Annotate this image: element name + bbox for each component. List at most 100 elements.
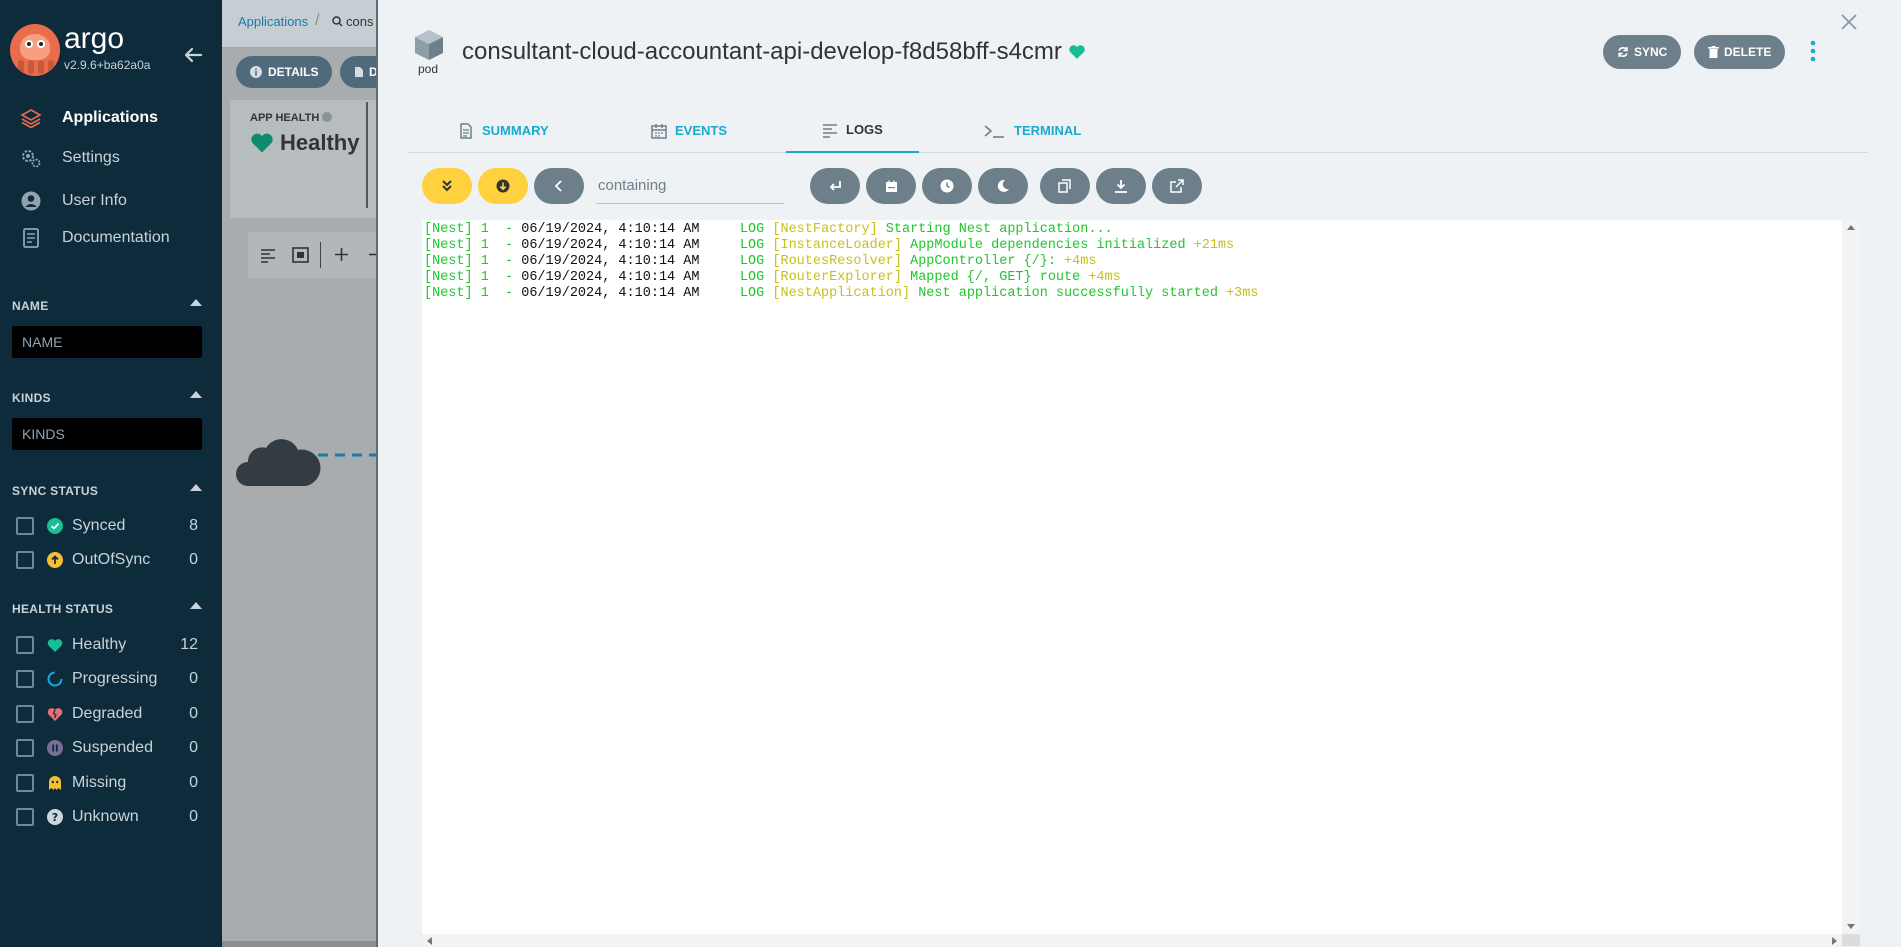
log-line: [Nest] 1 - 06/19/2024, 4:10:14 AM LOG [R… bbox=[424, 270, 1258, 286]
sidebar: argo v2.9.6+ba62a0a Applications Setting… bbox=[0, 0, 222, 947]
more-vertical-icon[interactable] bbox=[1809, 40, 1817, 62]
log-viewer[interactable]: [Nest] 1 - 06/19/2024, 4:10:14 AM LOG [N… bbox=[422, 220, 1842, 934]
copy-logs-button[interactable] bbox=[1040, 168, 1090, 204]
align-left-icon bbox=[823, 123, 837, 138]
nav-label: Documentation bbox=[62, 229, 170, 246]
filter-label: Missing bbox=[72, 774, 127, 791]
filter-label: Progressing bbox=[72, 670, 158, 687]
log-context: [RoutesResolver] bbox=[772, 254, 902, 269]
checkbox[interactable] bbox=[16, 636, 34, 654]
nav-item-documentation[interactable]: Documentation bbox=[0, 221, 222, 255]
wrap-lines-button[interactable] bbox=[810, 168, 860, 204]
filter-degraded[interactable]: Degraded 0 bbox=[16, 702, 206, 726]
log-filter-input[interactable] bbox=[596, 168, 784, 202]
checkbox[interactable] bbox=[16, 705, 34, 723]
heart-icon bbox=[1069, 45, 1085, 59]
details-button[interactable]: DETAILS bbox=[236, 56, 333, 88]
nav-item-settings[interactable]: Settings bbox=[0, 141, 222, 175]
download-icon bbox=[1115, 180, 1127, 193]
caret-up-icon[interactable] bbox=[190, 299, 202, 306]
sync-button[interactable]: SYNC bbox=[1603, 35, 1682, 69]
network-icon[interactable] bbox=[292, 247, 309, 263]
filter-missing[interactable]: Missing 0 bbox=[16, 771, 206, 795]
align-left-icon[interactable] bbox=[260, 247, 276, 263]
log-line: [Nest] 1 - 06/19/2024, 4:10:14 AM LOG [I… bbox=[424, 238, 1258, 254]
nav-item-applications[interactable]: Applications bbox=[0, 101, 222, 135]
kinds-section-title: KINDS bbox=[12, 391, 51, 405]
health-status-title: HEALTH STATUS bbox=[12, 602, 114, 616]
name-section-title: NAME bbox=[12, 299, 49, 313]
log-message: AppModule dependencies initialized bbox=[902, 238, 1186, 253]
previous-button[interactable] bbox=[534, 168, 584, 204]
breadcrumb-current: cons bbox=[346, 14, 374, 29]
filter-synced[interactable]: Synced 8 bbox=[16, 514, 206, 538]
tab-events[interactable]: EVENTS bbox=[651, 108, 727, 153]
nav-item-user-info[interactable]: User Info bbox=[0, 184, 222, 218]
close-icon[interactable] bbox=[1839, 12, 1859, 32]
checkbox[interactable] bbox=[16, 670, 34, 688]
zoom-out-icon[interactable] bbox=[368, 247, 376, 262]
collapse-arrow-icon[interactable] bbox=[182, 44, 204, 66]
filter-unknown[interactable]: ? Unknown 0 bbox=[16, 805, 206, 829]
checkbox[interactable] bbox=[16, 774, 34, 792]
h-scrollbar[interactable] bbox=[222, 941, 376, 947]
tab-terminal[interactable]: TERMINAL bbox=[984, 108, 1081, 153]
checkbox[interactable] bbox=[16, 739, 34, 757]
nav-label: User Info bbox=[62, 192, 127, 209]
app-health-value: Healthy bbox=[250, 130, 359, 156]
caret-up-icon[interactable] bbox=[190, 391, 202, 398]
name-filter-input[interactable] bbox=[12, 326, 202, 358]
checkbox[interactable] bbox=[16, 551, 34, 569]
log-filter[interactable] bbox=[596, 168, 784, 204]
log-duration: +21ms bbox=[1185, 238, 1235, 253]
dark-mode-button[interactable] bbox=[978, 168, 1028, 204]
filter-label: Suspended bbox=[72, 739, 153, 756]
search-icon bbox=[332, 16, 343, 27]
filter-count: 0 bbox=[189, 739, 198, 756]
filter-count: 8 bbox=[189, 517, 198, 534]
since-time-button[interactable] bbox=[922, 168, 972, 204]
download-logs-button[interactable] bbox=[1096, 168, 1146, 204]
zoom-in-icon[interactable] bbox=[334, 247, 349, 262]
breadcrumb-applications[interactable]: Applications bbox=[238, 14, 308, 29]
log-line: [Nest] 1 - 06/19/2024, 4:10:14 AM LOG [N… bbox=[424, 286, 1258, 302]
diff-button[interactable]: D bbox=[340, 56, 376, 88]
kind-label: pod bbox=[418, 62, 439, 76]
calendar-icon bbox=[885, 180, 897, 192]
tab-summary[interactable]: SUMMARY bbox=[458, 108, 549, 153]
filter-healthy[interactable]: Healthy 12 bbox=[16, 633, 206, 657]
log-timestamp: 06/19/2024, 4:10:14 AM bbox=[521, 238, 700, 253]
open-external-button[interactable] bbox=[1152, 168, 1202, 204]
log-level: LOG bbox=[699, 254, 773, 269]
scroll-bottom-button[interactable] bbox=[478, 168, 528, 204]
logo[interactable]: argo v2.9.6+ba62a0a bbox=[10, 20, 210, 80]
nav-label: Applications bbox=[62, 109, 159, 126]
log-level: LOG bbox=[699, 238, 773, 253]
log-context: [InstanceLoader] bbox=[772, 238, 902, 253]
chevron-left-icon bbox=[554, 180, 562, 192]
log-message: Mapped {/, GET} route bbox=[902, 270, 1081, 285]
vertical-scrollbar[interactable] bbox=[1842, 220, 1860, 934]
checkbox[interactable] bbox=[16, 517, 34, 535]
log-level: LOG bbox=[699, 286, 773, 301]
log-message: AppController {/}: bbox=[902, 254, 1056, 269]
follow-button[interactable] bbox=[422, 168, 472, 204]
horizontal-scrollbar[interactable] bbox=[422, 934, 1842, 946]
filter-outofsync[interactable]: OutOfSync 0 bbox=[16, 548, 206, 572]
broken-heart-icon bbox=[46, 705, 64, 723]
show-timestamps-button[interactable] bbox=[866, 168, 916, 204]
caret-up-icon[interactable] bbox=[190, 602, 202, 609]
moon-icon bbox=[997, 179, 1009, 192]
filter-progressing[interactable]: Progressing 0 bbox=[16, 667, 206, 691]
filter-suspended[interactable]: Suspended 0 bbox=[16, 736, 206, 760]
resource-details-panel: pod consultant-cloud-accountant-api-deve… bbox=[376, 0, 1901, 947]
external-link-icon bbox=[1170, 179, 1184, 193]
kinds-filter-input[interactable] bbox=[12, 418, 202, 450]
checkbox[interactable] bbox=[16, 808, 34, 826]
filter-label: Degraded bbox=[72, 705, 143, 722]
delete-button[interactable]: DELETE bbox=[1694, 35, 1786, 69]
caret-up-icon[interactable] bbox=[190, 484, 202, 491]
tab-logs[interactable]: LOGS bbox=[786, 108, 919, 153]
user-circle-icon bbox=[21, 191, 41, 211]
log-timestamp: 06/19/2024, 4:10:14 AM bbox=[521, 270, 700, 285]
